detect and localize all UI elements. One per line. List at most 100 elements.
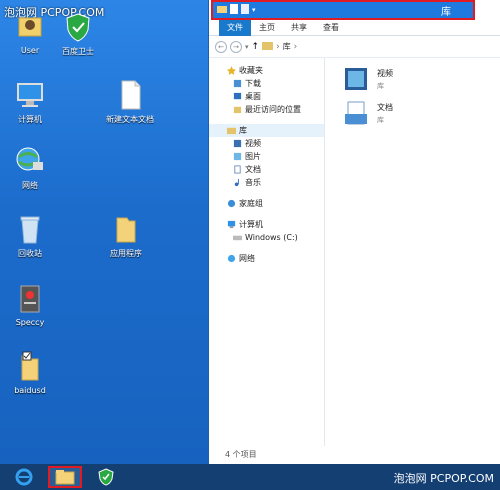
- library-icon: [262, 41, 274, 53]
- nav-label: 收藏夹: [239, 66, 263, 75]
- file-explorer-icon: [55, 470, 75, 485]
- desktop-icon-recycle-bin[interactable]: 回收站: [0, 212, 60, 259]
- desktop-icon-speccy[interactable]: Speccy: [0, 282, 60, 327]
- desktop-icon-label: 计算机: [18, 115, 42, 124]
- desktop-icon-label: baidusd: [14, 386, 46, 395]
- window-title: 库: [441, 6, 451, 18]
- music-icon: [234, 178, 239, 187]
- user-folder-icon: [13, 10, 47, 44]
- desktop-icon-baidusd[interactable]: baidusd: [0, 350, 60, 395]
- desktop-icon-applications[interactable]: 应用程序: [96, 212, 156, 259]
- speccy-icon: [13, 282, 47, 316]
- homegroup-icon: [227, 199, 236, 208]
- properties-icon[interactable]: [230, 3, 238, 17]
- nav-label: Windows (C:): [245, 233, 298, 242]
- title-bar[interactable]: ▾ 库: [211, 0, 475, 20]
- drive-icon: [233, 235, 242, 241]
- tab-view[interactable]: 查看: [315, 20, 347, 36]
- taskbar-baidu-guard[interactable]: [92, 466, 120, 488]
- nav-network[interactable]: 网络: [209, 252, 324, 265]
- nav-label: 文档: [245, 165, 261, 174]
- desktop-icon-network[interactable]: 网络: [0, 144, 60, 191]
- nav-label: 音乐: [245, 178, 261, 187]
- nav-favorites[interactable]: 收藏夹: [209, 64, 324, 77]
- computer-icon: [227, 220, 236, 229]
- video-library-icon: [345, 68, 367, 90]
- taskbar: 泡泡网 PCPOP.COM: [0, 464, 500, 490]
- nav-downloads[interactable]: 下载: [209, 77, 324, 90]
- recycle-bin-icon: [13, 212, 47, 246]
- nav-computer[interactable]: 计算机: [209, 218, 324, 231]
- list-item[interactable]: 视频 库: [343, 66, 393, 92]
- breadcrumb-separator[interactable]: ›: [294, 42, 298, 52]
- nav-pictures[interactable]: 图片: [209, 150, 324, 163]
- breadcrumb-separator: ›: [276, 41, 280, 52]
- download-icon: [233, 79, 242, 88]
- desktop-icon-label: 新建文本文档: [106, 115, 154, 124]
- nav-recent[interactable]: 最近访问的位置: [209, 103, 324, 116]
- desktop-icon-label: 网络: [22, 181, 38, 190]
- document-library-icon: [345, 101, 367, 125]
- quick-access-toolbar: ▾: [217, 3, 256, 17]
- up-button[interactable]: ↑: [252, 42, 260, 52]
- item-type: 库: [377, 82, 384, 90]
- file-list: 视频 库 文档 库: [331, 66, 393, 134]
- nav-desktop[interactable]: 桌面: [209, 90, 324, 103]
- library-icon: [227, 127, 236, 135]
- computer-icon: [13, 78, 47, 112]
- desktop-icon-baidu-guard[interactable]: 百度卫士: [48, 10, 108, 57]
- item-name: 视频: [377, 69, 393, 78]
- nav-music[interactable]: 音乐: [209, 176, 324, 189]
- desktop-icon-label: Speccy: [15, 318, 45, 327]
- network-icon: [227, 254, 236, 263]
- taskbar-file-explorer[interactable]: [48, 466, 82, 488]
- chevron-down-icon[interactable]: ▾: [245, 43, 249, 51]
- nav-homegroup[interactable]: 家庭组: [209, 197, 324, 210]
- nav-label: 桌面: [245, 92, 261, 101]
- ribbon-tabs: 文件 主页 共享 查看: [209, 19, 500, 36]
- desktop-icon-label: 回收站: [18, 249, 42, 258]
- tab-home[interactable]: 主页: [251, 20, 283, 36]
- forward-button[interactable]: →: [230, 40, 242, 53]
- nav-label: 计算机: [239, 220, 263, 229]
- folder-icon[interactable]: [217, 4, 227, 16]
- nav-label: 家庭组: [239, 199, 263, 208]
- folder-icon: [13, 350, 47, 384]
- nav-label: 网络: [239, 254, 255, 263]
- star-icon: [227, 66, 236, 75]
- status-bar: 4 个项目: [225, 450, 257, 459]
- nav-drive-c[interactable]: Windows (C:): [209, 231, 324, 244]
- nav-videos[interactable]: 视频: [209, 137, 324, 150]
- chevron-down-icon[interactable]: ▾: [252, 6, 256, 14]
- watermark-bottom: 泡泡网 PCPOP.COM: [393, 472, 494, 485]
- nav-libraries[interactable]: 库: [209, 124, 324, 137]
- desktop-icon-new-text-doc[interactable]: 新建文本文档: [100, 78, 160, 125]
- back-button[interactable]: ←: [215, 40, 227, 53]
- ie-icon: [15, 468, 33, 486]
- nav-documents[interactable]: 文档: [209, 163, 324, 176]
- folder-icon: [109, 212, 143, 246]
- navigation-pane: 收藏夹 下载 桌面 最近访问的位置 库 视频 图片 文档 音乐 家庭组 计算机 …: [209, 58, 325, 446]
- item-type: 库: [377, 116, 384, 124]
- breadcrumb[interactable]: 库: [283, 41, 291, 52]
- desktop-icon-label: 百度卫士: [62, 47, 94, 56]
- item-name: 文档: [377, 103, 393, 112]
- tab-share[interactable]: 共享: [283, 20, 315, 36]
- tab-file[interactable]: 文件: [219, 19, 251, 36]
- recent-places-icon: [233, 106, 242, 114]
- list-item[interactable]: 文档 库: [343, 100, 393, 126]
- file-explorer-window: ▾ 库 文件 主页 共享 查看 ← → ▾ ↑ › 库 › 收藏夹 下载 桌面 …: [208, 0, 500, 464]
- desktop-small-icon: [233, 92, 242, 100]
- taskbar-ie[interactable]: [10, 466, 38, 488]
- desktop-icon-computer[interactable]: 计算机: [0, 78, 60, 125]
- nav-label: 视频: [245, 139, 261, 148]
- picture-icon: [233, 152, 242, 161]
- address-bar: ← → ▾ ↑ › 库 ›: [209, 36, 500, 58]
- network-icon: [13, 144, 47, 178]
- document-icon: [234, 165, 241, 174]
- nav-label: 库: [239, 126, 247, 135]
- new-folder-icon[interactable]: [241, 3, 249, 17]
- nav-label: 最近访问的位置: [245, 105, 301, 114]
- shield-icon: [61, 10, 95, 44]
- baidu-guard-icon: [98, 468, 114, 486]
